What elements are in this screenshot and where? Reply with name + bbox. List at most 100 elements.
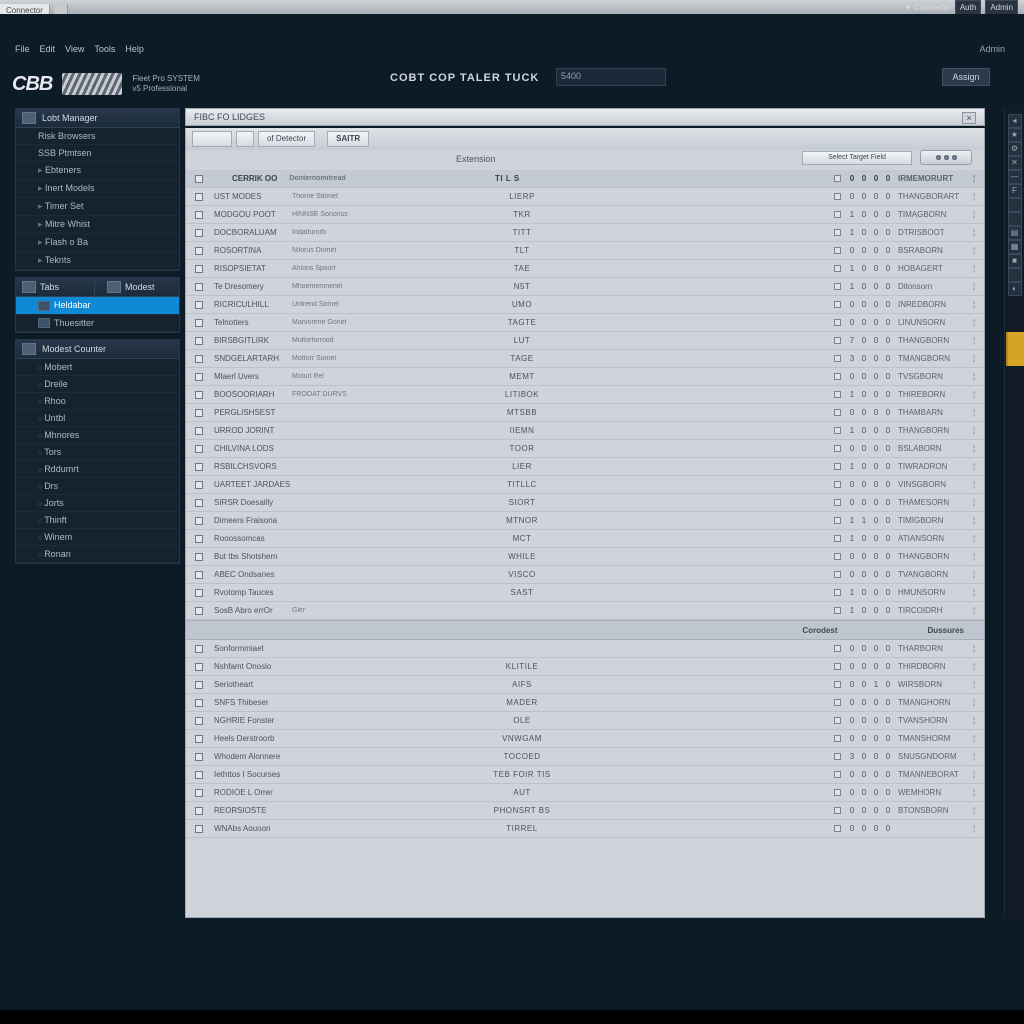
rail-tool-button[interactable]: ■: [1008, 254, 1022, 268]
sidebar-item[interactable]: Heldabar: [16, 297, 179, 315]
row-menu-icon[interactable]: ¦: [964, 354, 984, 363]
sidebar-tree-item[interactable]: Mobert: [16, 359, 179, 376]
flag-checkbox[interactable]: [834, 589, 841, 596]
table-row[interactable]: ROSORTINANilorus DomirtTLT0000BSRABORN¦: [186, 242, 984, 260]
sidebar-item[interactable]: Timer Set: [16, 198, 179, 216]
row-checkbox[interactable]: [195, 571, 203, 579]
row-checkbox[interactable]: [195, 427, 203, 435]
sidebar-tree-item[interactable]: Thinft: [16, 512, 179, 529]
flag-checkbox[interactable]: [834, 193, 841, 200]
flag-checkbox[interactable]: [834, 463, 841, 470]
flag-checkbox[interactable]: [834, 571, 841, 578]
row-menu-icon[interactable]: ¦: [964, 824, 984, 833]
table-row[interactable]: RSBILCHSVORSLIER1000TIWRADRON¦: [186, 458, 984, 476]
table-row[interactable]: Te DresomeryMhoememnenelN5T1000Ditonsorn…: [186, 278, 984, 296]
sidebar-tree-item[interactable]: Rddumrt: [16, 461, 179, 478]
row-checkbox[interactable]: [195, 283, 203, 291]
flag-checkbox[interactable]: [834, 645, 841, 652]
table-row[interactable]: Heels DerstroorbVNWGAM0000TMANSHORM¦: [186, 730, 984, 748]
flag-checkbox[interactable]: [834, 445, 841, 452]
table-row[interactable]: TelnottersMarvorene GonetTAGTE0000LINUNS…: [186, 314, 984, 332]
row-checkbox[interactable]: [195, 445, 203, 453]
flag-checkbox[interactable]: [834, 229, 841, 236]
sidebar-panel-header-1[interactable]: Lobt Manager: [16, 109, 179, 128]
rail-tool-button[interactable]: ★: [1008, 128, 1022, 142]
row-checkbox[interactable]: [195, 373, 203, 381]
row-checkbox[interactable]: [195, 409, 203, 417]
flag-checkbox[interactable]: [834, 663, 841, 670]
sidebar-tree-item[interactable]: Mhnores: [16, 427, 179, 444]
row-checkbox[interactable]: [195, 663, 203, 671]
grid-filter-button[interactable]: Select Target Field: [802, 151, 912, 165]
table-row[interactable]: RISOPSIETATAhlons SpsortTAE1000HOBAGERT¦: [186, 260, 984, 278]
table-row[interactable]: BIRSBGITLIRKMultorforroodLUT7000THANGBOR…: [186, 332, 984, 350]
table-row[interactable]: Mlaerl UversMoturl RelMEMT0000TVSGBORN¦: [186, 368, 984, 386]
flag-checkbox[interactable]: [834, 753, 841, 760]
sidebar-item[interactable]: Teknts: [16, 252, 179, 270]
row-menu-icon[interactable]: ¦: [964, 644, 984, 653]
flag-checkbox[interactable]: [834, 481, 841, 488]
table-row[interactable]: REORSIOSTEPHONSRT BS0000BTONSBORN¦: [186, 802, 984, 820]
flag-checkbox[interactable]: [834, 789, 841, 796]
sidebar-tree-item[interactable]: Ronan: [16, 546, 179, 563]
row-menu-icon[interactable]: ¦: [964, 498, 984, 507]
table-row[interactable]: UARTEET JARDAESTITLLC0000VINSGBORN¦: [186, 476, 984, 494]
flag-checkbox[interactable]: [834, 409, 841, 416]
sidebar-tree-item[interactable]: Drs: [16, 478, 179, 495]
flag-checkbox[interactable]: [834, 283, 841, 290]
row-menu-icon[interactable]: ¦: [964, 698, 984, 707]
table-row[interactable]: Whodern AlonnereTOCOED3000SNUSGNDORM¦: [186, 748, 984, 766]
row-menu-icon[interactable]: ¦: [964, 734, 984, 743]
rail-tool-button[interactable]: ▤: [1008, 226, 1022, 240]
flag-checkbox[interactable]: [834, 517, 841, 524]
row-menu-icon[interactable]: ¦: [964, 680, 984, 689]
row-checkbox[interactable]: [195, 589, 203, 597]
menu-help[interactable]: Help: [125, 44, 144, 56]
sidebar-tree-item[interactable]: Dreile: [16, 376, 179, 393]
table-row[interactable]: Iethttos I SocursesTEB FOIR TIS0000TMANN…: [186, 766, 984, 784]
table-row[interactable]: BOOSOORIARHFROOAT DURVSLITIBOK1000THIREB…: [186, 386, 984, 404]
toolbar-btn-1[interactable]: [192, 131, 232, 147]
sidebar-tab-b[interactable]: Modest: [101, 278, 179, 296]
flag-checkbox[interactable]: [834, 301, 841, 308]
flag-checkbox[interactable]: [834, 735, 841, 742]
table-row[interactable]: RooossomcasMCT1000ATIANSORN¦: [186, 530, 984, 548]
table-row[interactable]: PERGLISHSESTMTSBB0000THAMBARN¦: [186, 404, 984, 422]
flag-checkbox[interactable]: [834, 427, 841, 434]
toolbar-btn-detector[interactable]: of Detector: [258, 131, 315, 147]
row-checkbox[interactable]: [195, 247, 203, 255]
row-menu-icon[interactable]: ¦: [964, 788, 984, 797]
table-row[interactable]: SIRSR DoesaillySIORT0000THAMESORN¦: [186, 494, 984, 512]
row-menu-icon[interactable]: ¦: [964, 516, 984, 525]
row-checkbox[interactable]: [195, 211, 203, 219]
row-checkbox[interactable]: [195, 825, 203, 833]
checkbox-icon[interactable]: [195, 175, 203, 183]
row-menu-icon[interactable]: ¦: [964, 372, 984, 381]
sidebar-item[interactable]: Ebteners: [16, 162, 179, 180]
row-menu-icon[interactable]: ¦: [964, 300, 984, 309]
table-row[interactable]: Nshfamt OnosloKLITILE0000THIRDBORN¦: [186, 658, 984, 676]
row-menu-icon[interactable]: ¦: [964, 552, 984, 561]
row-menu-icon[interactable]: ¦: [964, 210, 984, 219]
row-checkbox[interactable]: [195, 391, 203, 399]
flag-checkbox[interactable]: [834, 681, 841, 688]
toolbar-btn-saitr[interactable]: SAITR: [327, 131, 369, 147]
rail-tool-button[interactable]: ◂: [1008, 114, 1022, 128]
column-header-ext[interactable]: Extension: [456, 154, 496, 164]
flag-checkbox[interactable]: [834, 247, 841, 254]
row-checkbox[interactable]: [195, 355, 203, 363]
row-checkbox[interactable]: [195, 735, 203, 743]
sidebar-tree-item[interactable]: Jorts: [16, 495, 179, 512]
flag-checkbox[interactable]: [834, 373, 841, 380]
row-menu-icon[interactable]: ¦: [964, 570, 984, 579]
row-menu-icon[interactable]: ¦: [964, 716, 984, 725]
flag-checkbox[interactable]: [834, 825, 841, 832]
row-menu-icon[interactable]: ¦: [964, 606, 984, 615]
rail-tool-button[interactable]: ▦: [1008, 240, 1022, 254]
menu-tools[interactable]: Tools: [94, 44, 115, 56]
sidebar-item[interactable]: Flash o Ba: [16, 234, 179, 252]
row-menu-icon[interactable]: ¦: [964, 534, 984, 543]
row-menu-icon[interactable]: ¦: [964, 390, 984, 399]
row-checkbox[interactable]: [195, 265, 203, 273]
row-checkbox[interactable]: [195, 645, 203, 653]
